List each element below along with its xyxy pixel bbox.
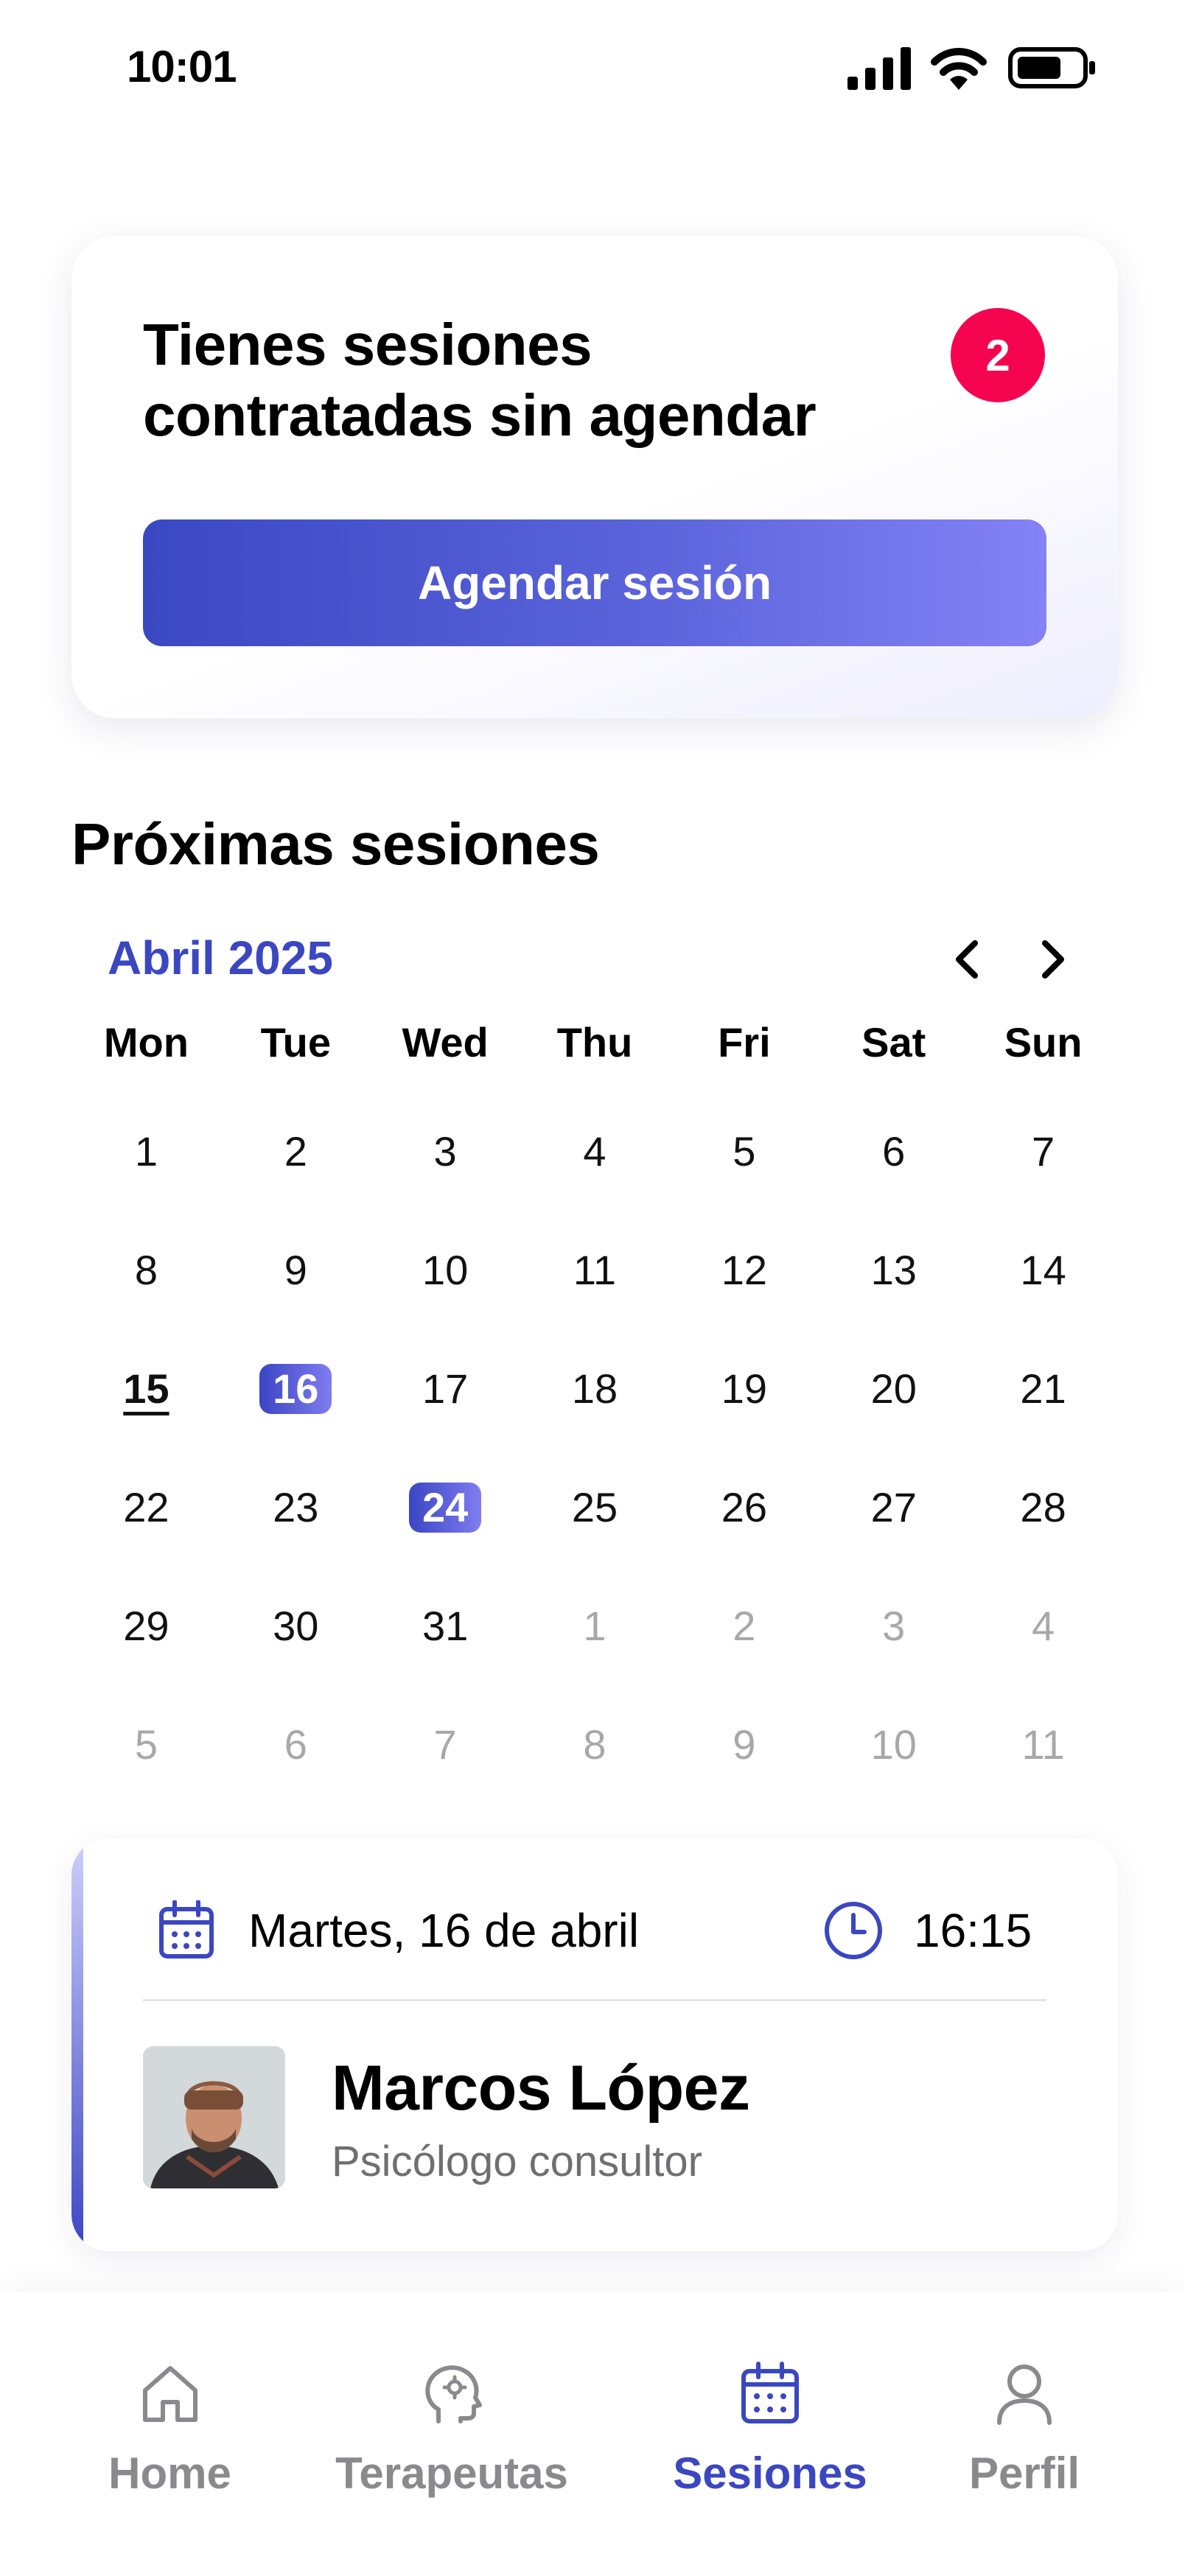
calendar-day[interactable]: 23 — [221, 1448, 371, 1567]
user-icon — [997, 2365, 1052, 2425]
calendar-day-next-month: 7 — [433, 1721, 457, 1768]
divider — [143, 1999, 1046, 2001]
therapist-name: Marcos López — [332, 2053, 750, 2124]
calendar-day-next-month: 5 — [134, 1721, 158, 1768]
calendar-day-session[interactable]: 24 — [371, 1448, 520, 1567]
calendar-day-next-month: 6 — [284, 1721, 307, 1768]
calendar-day-today[interactable]: 15 — [71, 1329, 221, 1448]
weekday-label: Wed — [402, 1019, 489, 1065]
chevron-left-icon — [956, 940, 978, 979]
calendar-day[interactable]: 25 — [520, 1448, 670, 1567]
therapist-avatar — [143, 2046, 285, 2188]
calendar-day[interactable]: 26 — [669, 1448, 819, 1567]
calendar-day[interactable]: 9 — [221, 1211, 371, 1329]
calendar-day-next-month: 8 — [583, 1721, 607, 1768]
calendar-day[interactable]: 11 — [520, 1211, 670, 1329]
calendar-day[interactable]: 22 — [71, 1448, 221, 1567]
calendar-day[interactable]: 28 — [968, 1448, 1118, 1567]
battery-icon — [1008, 47, 1095, 88]
calendar-day[interactable]: 27 — [819, 1448, 968, 1567]
calendar-day[interactable]: 31 — [371, 1567, 520, 1685]
calendar-day[interactable]: 17 — [371, 1329, 520, 1448]
calendar-month-label: Abril 2025 — [108, 931, 333, 984]
weekday-label: Mon — [103, 1019, 189, 1065]
calendar-day[interactable]: 6 — [819, 1092, 968, 1211]
upcoming-sessions-title: Próximas sesiones — [71, 811, 600, 877]
calendar-day[interactable]: 7 — [968, 1092, 1118, 1211]
nav-item-profile[interactable]: Perfil — [965, 2358, 1083, 2499]
status-icons — [847, 43, 1098, 94]
calendar-day[interactable]: 13 — [819, 1211, 968, 1329]
calendar-day-next-month: 10 — [870, 1721, 917, 1768]
calendar-day[interactable]: 30 — [221, 1567, 371, 1685]
next-month-button[interactable] — [1023, 930, 1082, 989]
calendar-day[interactable]: 20 — [819, 1329, 968, 1448]
weekday-label: Fri — [718, 1019, 771, 1065]
session-accent-bar — [71, 1838, 83, 2251]
calendar-day-session[interactable]: 16 — [221, 1329, 371, 1448]
calendar-day-next-month: 9 — [733, 1721, 756, 1768]
previous-month-button[interactable] — [938, 930, 997, 989]
calendar-day[interactable]: 1 — [71, 1092, 221, 1211]
status-time: 10:01 — [127, 42, 237, 91]
nav-label: Sesiones — [673, 2449, 867, 2498]
wifi-icon — [931, 48, 987, 90]
calendar-day[interactable]: 4 — [520, 1092, 670, 1211]
home-icon — [142, 2366, 198, 2422]
calendar-icon — [159, 1900, 214, 1959]
calendar-day[interactable]: 19 — [669, 1329, 819, 1448]
pending-count-badge: 2 — [951, 308, 1045, 402]
calendar-weekday-header: Mon Tue Wed Thu Fri Sat Sun — [71, 1018, 1118, 1077]
nav-label: Home — [108, 2449, 231, 2498]
calendar-day-next-month: 4 — [1031, 1603, 1055, 1649]
nav-label: Terapeutas — [335, 2449, 568, 2498]
calendar-day[interactable]: 5 — [669, 1092, 819, 1211]
weekday-label: Sat — [861, 1019, 926, 1065]
calendar-day[interactable]: 21 — [968, 1329, 1118, 1448]
bottom-navigation: Home Terapeutas Sesiones Perfil — [0, 2292, 1185, 2576]
calendar-grid: 1 2 3 4 5 6 7 8 9 10 11 12 13 14 15 16 1… — [71, 1092, 1118, 1804]
calendar-day[interactable]: 29 — [71, 1567, 221, 1685]
calendar-day[interactable]: 12 — [669, 1211, 819, 1329]
nav-item-therapists[interactable]: Terapeutas — [330, 2358, 573, 2499]
session-time: 16:15 — [914, 1904, 1032, 1957]
calendar-icon — [741, 2362, 799, 2423]
schedule-session-button[interactable]: Agendar sesión — [143, 519, 1046, 646]
therapist-role: Psicólogo consultor — [332, 2138, 702, 2185]
weekday-label: Tue — [260, 1019, 331, 1065]
calendar-day-next-month: 11 — [1021, 1721, 1065, 1768]
nav-label: Perfil — [968, 2449, 1080, 2498]
calendar-day[interactable]: 18 — [520, 1329, 670, 1448]
calendar-day[interactable]: 10 — [371, 1211, 520, 1329]
calendar-day[interactable]: 8 — [71, 1211, 221, 1329]
pending-sessions-card: Tienes sesiones contratadas sin agendar … — [71, 236, 1118, 718]
clock-icon — [825, 1902, 882, 1959]
calendar-day-next-month: 2 — [733, 1603, 756, 1649]
session-card[interactable]: Martes, 16 de abril 16:15 Marcos López P… — [71, 1838, 1118, 2251]
chevron-right-icon — [1042, 940, 1064, 979]
calendar-day[interactable]: 2 — [221, 1092, 371, 1211]
weekday-label: Thu — [556, 1019, 633, 1065]
calendar-day-next-month: 1 — [583, 1603, 607, 1649]
brain-head-icon — [425, 2365, 482, 2423]
signal-icon — [847, 47, 911, 90]
session-date: Martes, 16 de abril — [248, 1904, 640, 1957]
pending-sessions-title: Tienes sesiones contratadas sin agendar — [143, 312, 817, 448]
status-bar: 10:01 — [0, 0, 1185, 140]
calendar-day[interactable]: 14 — [968, 1211, 1118, 1329]
calendar-day-next-month: 3 — [882, 1603, 906, 1649]
calendar-day[interactable]: 3 — [371, 1092, 520, 1211]
nav-item-home[interactable]: Home — [105, 2358, 234, 2499]
weekday-label: Sun — [1004, 1019, 1083, 1065]
nav-item-sessions[interactable]: Sesiones — [671, 2358, 870, 2499]
